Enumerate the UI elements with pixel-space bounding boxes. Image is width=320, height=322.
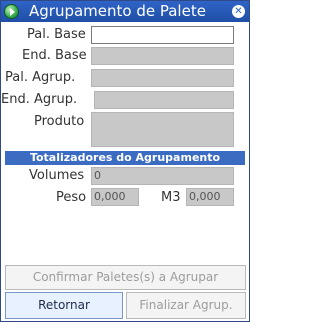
m3-label: M3 — [161, 190, 181, 205]
end-agrup-field — [94, 91, 234, 109]
totals-section-header: Totalizadores do Agrupamento — [5, 151, 245, 165]
end-base-field — [91, 47, 234, 65]
m3-field: 0,000 — [186, 188, 234, 206]
volumes-field: 0 — [91, 167, 234, 185]
end-agrup-label: End. Agrup. — [1, 92, 78, 107]
window-title: Agrupamento de Palete — [29, 2, 206, 20]
end-base-label: End. Base — [22, 48, 87, 63]
finalize-grouping-button[interactable]: Finalizar Agrup. — [126, 292, 246, 319]
produto-label: Produto — [34, 114, 85, 129]
confirm-pallets-button[interactable]: Confirmar Paletes(s) a Agrupar — [5, 265, 246, 290]
app-icon — [4, 4, 19, 19]
app-window: Agrupamento de Palete ✕ Pal. Base End. B… — [0, 0, 250, 322]
pal-base-input[interactable] — [91, 26, 234, 44]
close-icon[interactable]: ✕ — [232, 5, 245, 18]
pal-agrup-input[interactable] — [91, 69, 234, 87]
volumes-label: Volumes — [29, 168, 85, 183]
return-button[interactable]: Retornar — [5, 292, 123, 319]
pal-base-label: Pal. Base — [27, 27, 86, 42]
pal-agrup-label: Pal. Agrup. — [5, 70, 76, 85]
peso-field: 0,000 — [91, 188, 139, 206]
peso-label: Peso — [56, 190, 87, 205]
title-bar: Agrupamento de Palete ✕ — [1, 1, 249, 22]
produto-field — [91, 112, 234, 147]
